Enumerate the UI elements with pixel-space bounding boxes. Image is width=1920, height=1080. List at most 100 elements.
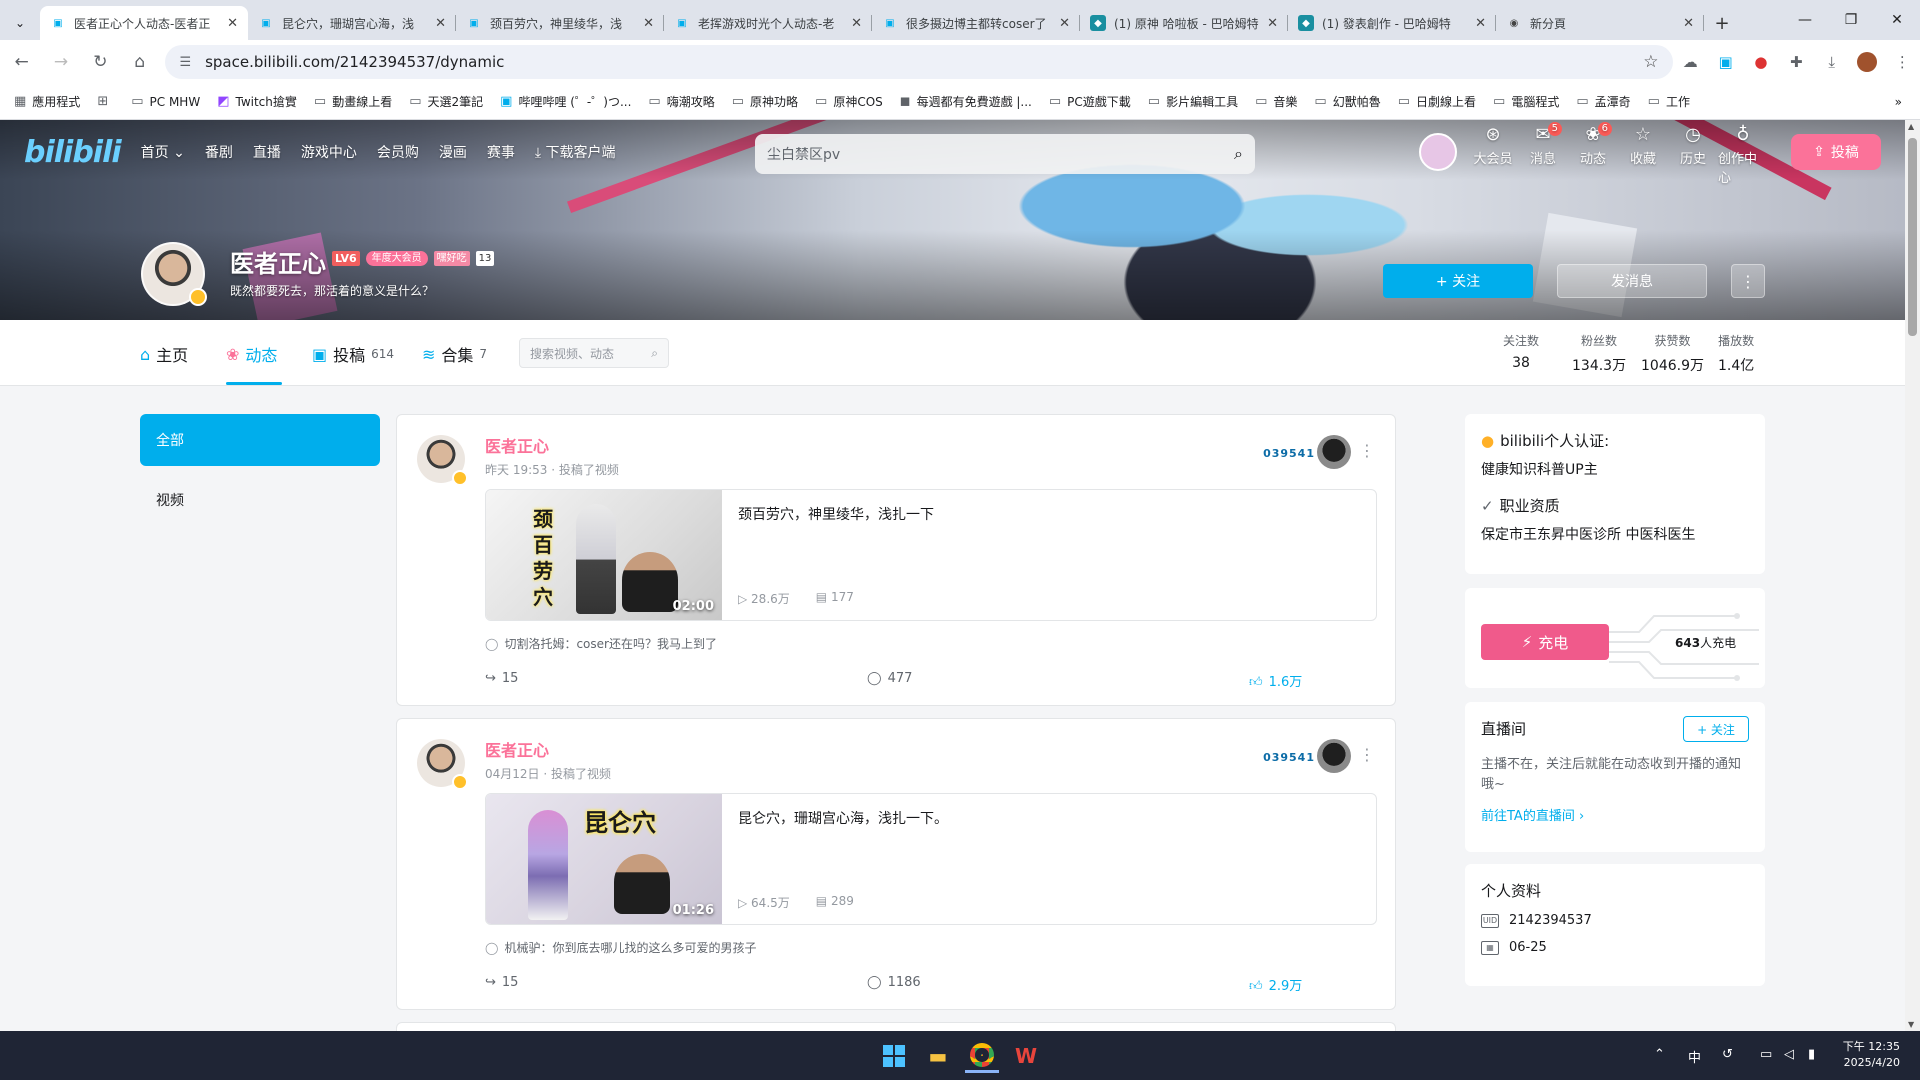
tab-uploads[interactable]: ▣ 投稿 614 [312,342,394,366]
nav-dynamic[interactable]: ❀ 6 动态 [1568,122,1618,186]
video-title[interactable]: 颈百劳穴，神里绫华，浅扎一下 [738,504,934,524]
bookmark-star-icon[interactable]: ☆ [1643,52,1658,72]
nav-manga[interactable]: 漫画 [439,142,467,162]
filter-video[interactable]: 视频 [140,474,380,526]
search-icon[interactable]: ⌕ [651,346,658,361]
browser-tab-5[interactable]: ▣ 很多摄边博主都转coser了 ✕ [872,6,1080,40]
live-room-link[interactable]: 前往TA的直播间 › [1481,805,1749,824]
author-name[interactable]: 医者正心 [485,737,549,761]
bookmark-grid[interactable]: ⊞ [97,94,114,109]
bookmark-folder[interactable]: ▭ PC遊戲下載 [1049,93,1131,110]
nav-esports[interactable]: 赛事 [487,142,515,162]
hot-comment[interactable]: ◯ 切割洛托姆：coser还在吗？我马上到了 [485,635,717,652]
profile-search-input[interactable]: 搜索视频、动态 ⌕ [519,338,669,368]
new-tab-button[interactable]: + [1704,6,1740,40]
live-follow-button[interactable]: + 关注 [1683,716,1749,742]
scrollbar-thumb[interactable] [1908,138,1917,336]
bookmark-folder[interactable]: ▭ 工作 [1648,93,1690,110]
system-clock[interactable]: 下午 12:35 2025/4/20 [1843,1039,1900,1071]
filter-all[interactable]: 全部 [140,414,380,466]
bookmarks-overflow-icon[interactable]: » [1895,95,1902,109]
extension-red-icon[interactable]: ● [1743,44,1778,80]
profile-avatar[interactable] [141,242,207,306]
close-tab-icon[interactable]: ✕ [1059,16,1070,31]
file-explorer-icon[interactable]: ▬ [921,1039,955,1073]
extension-bilibili-icon[interactable]: ▣ [1708,44,1743,80]
wps-office-icon[interactable]: W [1009,1039,1043,1073]
restore-icon[interactable]: ❐ [1828,0,1874,40]
hot-comment[interactable]: ◯ 机械驴：你到底去哪儿找的这么多可爱的男孩子 [485,939,756,956]
comment-button[interactable]: ◯ 477 [867,671,912,686]
bookmark-folder[interactable]: ▭ PC MHW [131,94,200,109]
browser-tab-1[interactable]: ▣ 医者正心个人动态-医者正 ✕ [40,6,248,40]
site-info-icon[interactable]: ☰ [179,55,191,70]
more-options-icon[interactable]: ⋮ [1359,745,1375,764]
nav-history[interactable]: ◷ 历史 [1668,124,1718,186]
home-icon[interactable]: ⌂ [122,44,157,80]
nav-anime[interactable]: 番剧 [205,142,233,162]
charge-button[interactable]: ⚡︎ 充电 [1481,624,1609,660]
page-scrollbar[interactable]: ▲ ▼ [1905,120,1920,1031]
nav-live[interactable]: 直播 [253,142,281,162]
tab-dynamic[interactable]: ❀ 动态 [226,342,277,366]
tab-collections[interactable]: ≋ 合集 7 [422,342,487,366]
tab-home[interactable]: ⌂ 主页 [140,342,188,366]
reload-icon[interactable]: ↻ [83,44,118,80]
close-tab-icon[interactable]: ✕ [1267,16,1278,31]
close-tab-icon[interactable]: ✕ [1683,16,1694,31]
minimize-icon[interactable]: — [1782,0,1828,40]
forward-icon[interactable]: → [43,44,78,80]
video-thumbnail[interactable]: 昆仑穴 01:26 [486,794,722,924]
browser-tab-6[interactable]: ◆ (1) 原神 哈啦板 - 巴哈姆特 ✕ [1080,6,1288,40]
close-tab-icon[interactable]: ✕ [643,16,654,31]
bookmark-folder[interactable]: ▭ 日劇線上看 [1398,93,1476,110]
chrome-menu-icon[interactable]: ⋮ [1885,44,1920,80]
profile-avatar-icon[interactable] [1849,44,1884,80]
ime-indicator[interactable]: 中 [1688,1047,1701,1066]
browser-tab-7[interactable]: ◆ (1) 發表創作 - 巴哈姆特 ✕ [1288,6,1496,40]
nav-favorites[interactable]: ☆ 收藏 [1618,124,1668,186]
more-options-icon[interactable]: ⋮ [1359,441,1375,460]
bookmark-folder[interactable]: ▭ 影片編輯工具 [1148,93,1238,110]
like-button[interactable]: 👍︎ 2.9万 [1249,975,1302,994]
ime-mode-icon[interactable]: ↺ [1722,1047,1733,1062]
bookmark-folder[interactable]: ▭ 電腦程式 [1493,93,1559,110]
download-icon[interactable]: ⤓ [1814,44,1849,80]
video-title[interactable]: 昆仑穴，珊瑚宫心海，浅扎一下。 [738,808,948,828]
close-tab-icon[interactable]: ✕ [1475,16,1486,31]
send-message-button[interactable]: 发消息 [1557,264,1707,298]
more-options-icon[interactable]: ⋮ [1731,264,1765,298]
bookmark-folder[interactable]: ▭ 原神COS [815,93,883,110]
upload-button[interactable]: ⇪ 投稿 [1791,134,1881,170]
tray-overflow-icon[interactable]: ⌃ [1654,1047,1665,1062]
bookmark-folder[interactable]: ▭ 幻獸帕魯 [1314,93,1380,110]
search-icon[interactable]: ⌕ [1234,144,1243,164]
tab-search-icon[interactable]: ⌄ [0,6,40,40]
bookmark-folder[interactable]: ▭ 天選2筆記 [409,93,483,110]
author-name[interactable]: 医者正心 [485,433,549,457]
nav-messages[interactable]: ✉ 5 消息 [1518,122,1568,186]
bookmark-twitch[interactable]: ◩ Twitch搶實 [217,93,297,110]
windows-start-icon[interactable] [877,1039,911,1073]
browser-tab-3[interactable]: ▣ 颈百劳穴，神里绫华，浅 ✕ [456,6,664,40]
browser-tab-2[interactable]: ▣ 昆仑穴，珊瑚宫心海，浅 ✕ [248,6,456,40]
fan-medal-name[interactable]: 嘿好吃 [433,251,470,266]
browser-tab-4[interactable]: ▣ 老挥游戏时光个人动态-老 ✕ [664,6,872,40]
bilibili-logo[interactable]: bilibili [24,135,122,170]
vip-badge[interactable]: 年度大会员 [365,251,428,266]
network-icon[interactable]: ▭ [1760,1047,1772,1062]
comment-button[interactable]: ◯ 1186 [867,975,921,990]
nav-download-client[interactable]: ⤓ 下载客户端 [535,142,616,162]
bookmark-folder[interactable]: ▭ 孟潭奇 [1576,93,1630,110]
author-avatar[interactable] [417,739,468,790]
browser-tab-8[interactable]: ◉ 新分頁 ✕ [1496,6,1704,40]
extension-cloud-icon[interactable]: ☁ [1673,44,1708,80]
back-icon[interactable]: ← [4,44,39,80]
close-window-icon[interactable]: ✕ [1874,0,1920,40]
nav-vip[interactable]: ⊛ 大会员 [1468,124,1518,186]
nav-creator-center[interactable]: ♁ 创作中心 [1718,124,1768,186]
stat-fans[interactable]: 粉丝数 134.3万 [1572,332,1626,375]
extensions-puzzle-icon[interactable]: ✚ [1779,44,1814,80]
nav-home[interactable]: 首页 ⌄ [141,142,185,162]
close-tab-icon[interactable]: ✕ [227,16,238,31]
